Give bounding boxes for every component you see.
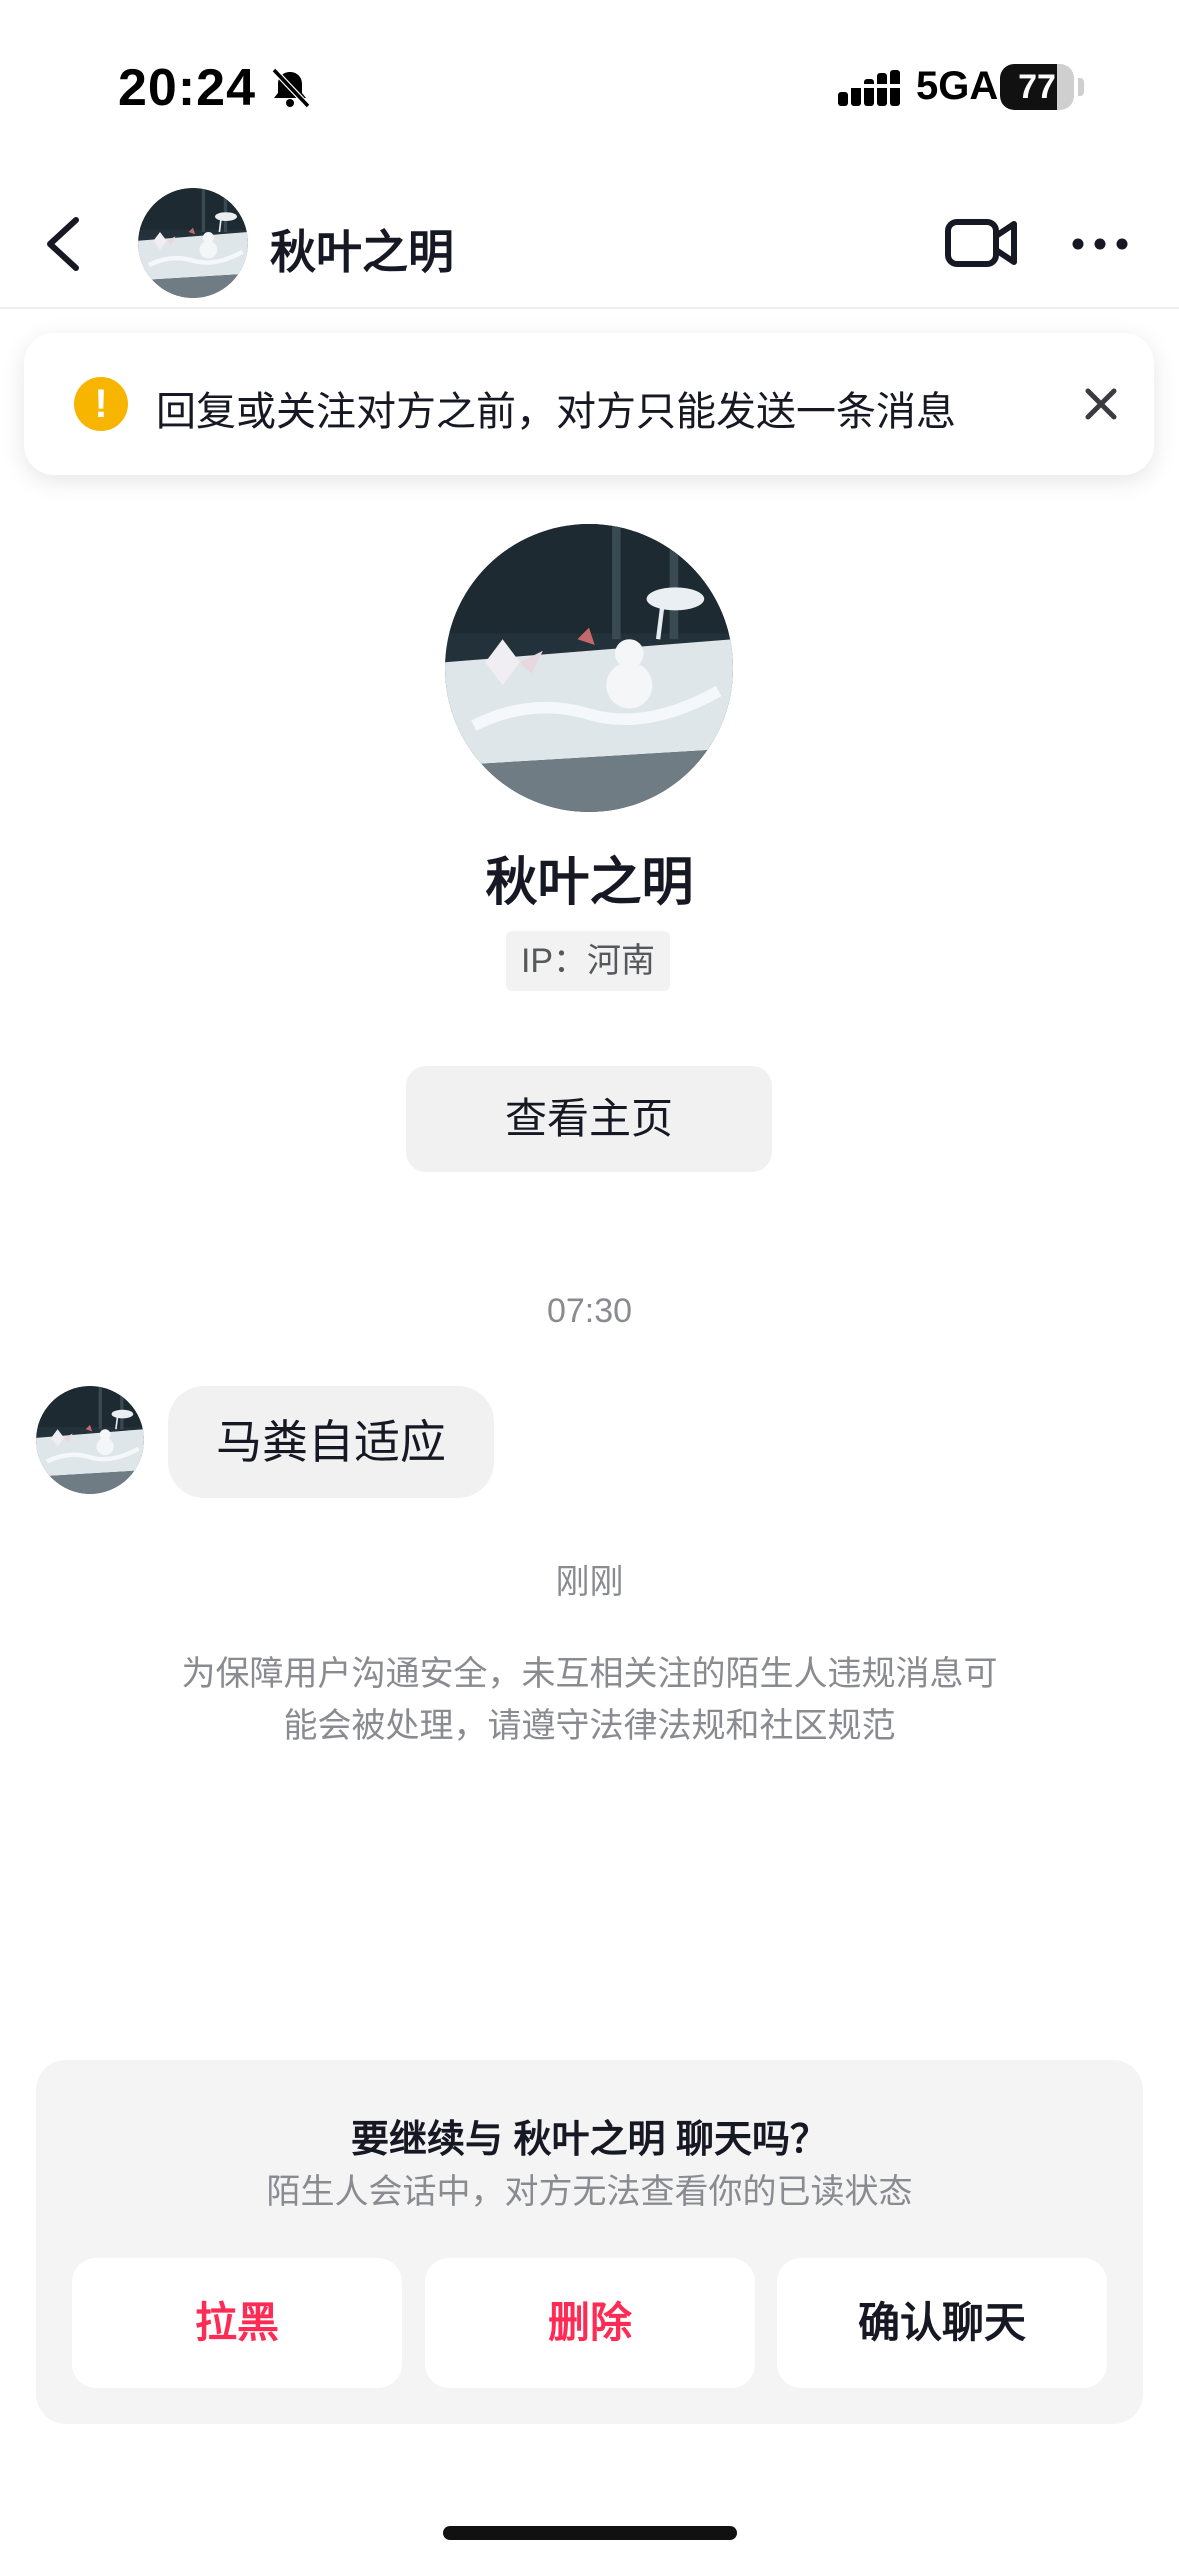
back-icon[interactable] bbox=[36, 212, 92, 276]
status-time: 20:24 bbox=[118, 59, 256, 117]
stranger-chat-panel: 要继续与 秋叶之明 聊天吗？ 陌生人会话中，对方无法查看你的已读状态 拉黑 删除… bbox=[36, 2060, 1143, 2424]
battery-icon: 77 bbox=[1000, 64, 1074, 110]
safety-hint: 为保障用户沟通安全，未互相关注的陌生人违规消息可 能会被处理，请遵守法律法规和社… bbox=[140, 1648, 1039, 1752]
more-options-icon[interactable] bbox=[1070, 226, 1130, 262]
battery-tip bbox=[1078, 78, 1084, 96]
notice-text: 回复或关注对方之前，对方只能发送一条消息 bbox=[156, 390, 956, 434]
header-username[interactable]: 秋叶之明 bbox=[270, 216, 454, 282]
bell-muted-icon bbox=[271, 67, 311, 109]
header-avatar[interactable] bbox=[138, 188, 248, 298]
message-timestamp: 07:30 bbox=[546, 1292, 633, 1330]
profile-name: 秋叶之明 bbox=[485, 854, 694, 912]
home-indicator[interactable] bbox=[443, 2526, 737, 2540]
view-profile-button[interactable]: 查看主页 bbox=[406, 1066, 772, 1172]
network-label: 5GA bbox=[916, 64, 999, 108]
battery-level: 77 bbox=[1018, 68, 1056, 106]
warning-icon: ! bbox=[74, 377, 128, 431]
signal-icon bbox=[838, 70, 900, 106]
block-button[interactable]: 拉黑 bbox=[72, 2258, 402, 2388]
notice-banner: ! 回复或关注对方之前，对方只能发送一条消息 bbox=[24, 333, 1154, 475]
message-bubble[interactable]: 马粪自适应 bbox=[168, 1386, 494, 1498]
panel-title: 要继续与 秋叶之明 聊天吗？ bbox=[350, 2119, 829, 2161]
message-avatar[interactable] bbox=[36, 1386, 144, 1494]
system-timestamp: 刚刚 bbox=[555, 1563, 624, 1601]
video-call-icon[interactable] bbox=[944, 214, 1018, 272]
panel-subtitle: 陌生人会话中，对方无法查看你的已读状态 bbox=[266, 2173, 913, 2211]
safety-hint-line2: 能会被处理，请遵守法律法规和社区规范 bbox=[283, 1707, 896, 1745]
confirm-chat-button[interactable]: 确认聊天 bbox=[777, 2258, 1107, 2388]
delete-button[interactable]: 删除 bbox=[425, 2258, 755, 2388]
ip-location-badge: IP：河南 bbox=[506, 931, 670, 991]
close-icon[interactable] bbox=[1082, 385, 1120, 423]
header-divider bbox=[0, 307, 1179, 309]
safety-hint-line1: 为保障用户沟通安全，未互相关注的陌生人违规消息可 bbox=[181, 1655, 998, 1693]
profile-avatar[interactable] bbox=[445, 524, 733, 812]
